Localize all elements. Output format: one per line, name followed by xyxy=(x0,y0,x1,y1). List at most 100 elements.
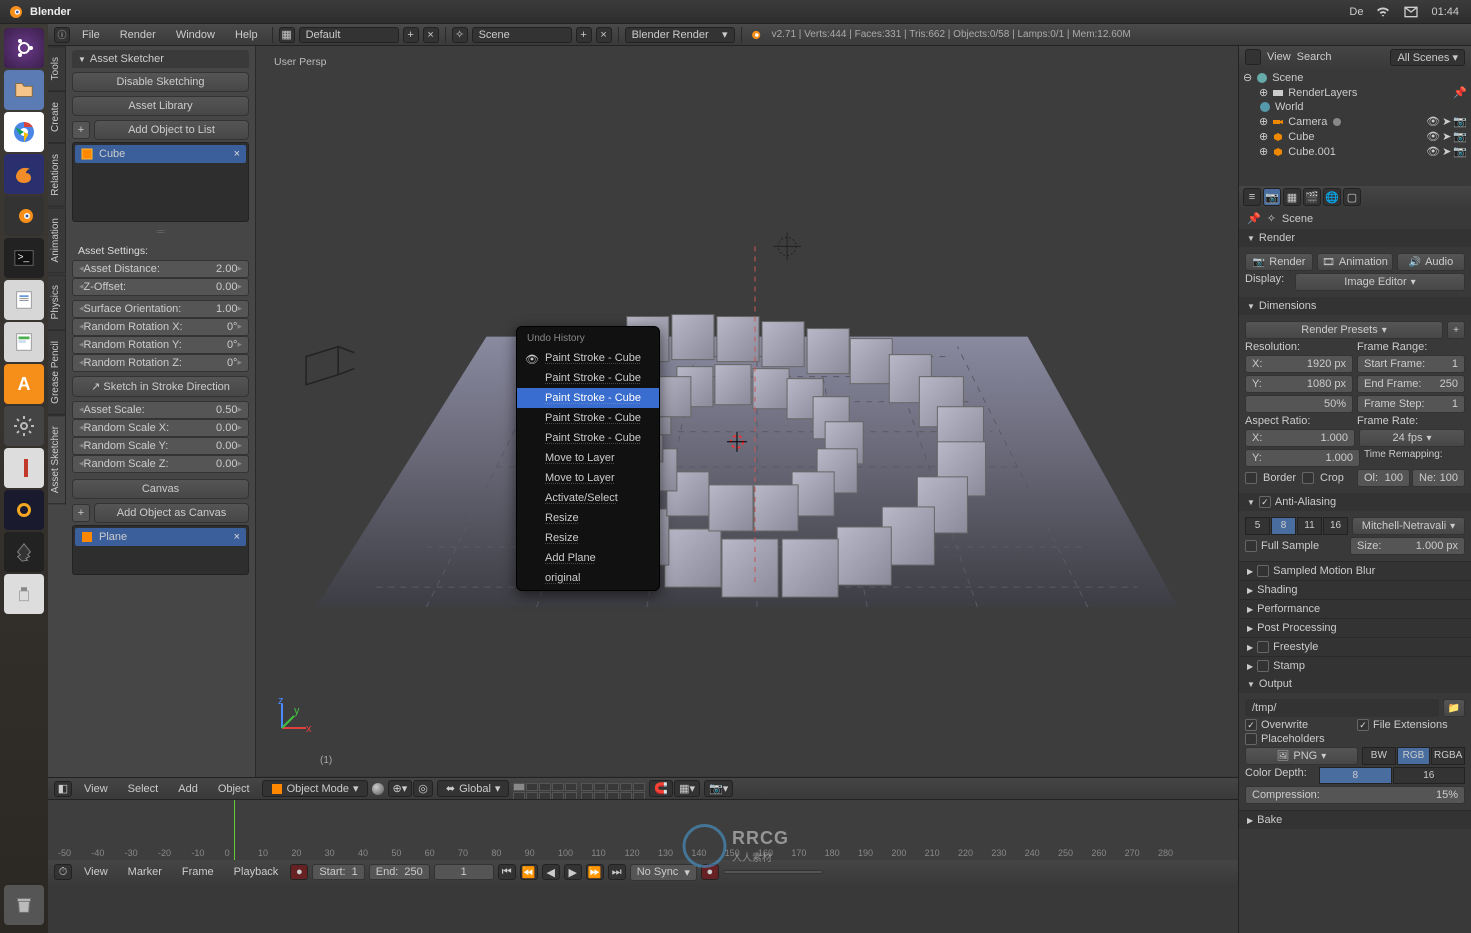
rec-icon[interactable]: ● xyxy=(290,864,308,880)
undo-history-item[interactable]: Move to Layer xyxy=(517,468,659,488)
output-path-field[interactable]: /tmp/ xyxy=(1245,699,1439,717)
end-frame-field[interactable]: End:250 xyxy=(369,864,430,880)
remap-new-field[interactable]: Ne:100 xyxy=(1412,469,1465,487)
overwrite-checkbox[interactable] xyxy=(1245,719,1257,731)
undo-history-item[interactable]: Paint Stroke - Cube xyxy=(517,428,659,448)
color-mode-option[interactable]: BW xyxy=(1362,747,1396,765)
dimensions-section-header[interactable]: ▼Dimensions xyxy=(1239,297,1471,315)
layer-buttons-1[interactable] xyxy=(513,783,577,800)
clock[interactable]: 01:44 xyxy=(1431,6,1459,18)
menu-render[interactable]: Render xyxy=(112,27,164,43)
output-section-header[interactable]: ▼Output xyxy=(1239,675,1471,693)
keyboard-layout-indicator[interactable]: De xyxy=(1349,6,1363,18)
outliner-menu-search[interactable]: Search xyxy=(1297,51,1332,63)
launcher-writer-icon[interactable] xyxy=(4,280,44,320)
outliner-cube-001[interactable]: ⊕Cube.001👁➤📷 xyxy=(1243,144,1467,159)
aa-size-field[interactable]: Size:1.000 px xyxy=(1350,537,1465,555)
color-mode-option[interactable]: RGBA xyxy=(1431,747,1465,765)
mode-selector[interactable]: Object Mode▾ xyxy=(262,780,368,797)
cursor-icon[interactable]: ➤ xyxy=(1442,115,1451,128)
end-frame-field[interactable]: End Frame:250 xyxy=(1357,375,1465,393)
world-tab-icon[interactable]: 🌐 xyxy=(1323,188,1341,206)
undo-history-item[interactable]: original xyxy=(517,568,659,588)
layout-selector[interactable]: Default xyxy=(299,27,399,43)
asset-sketcher-header[interactable]: ▼Asset Sketcher xyxy=(72,50,249,68)
pivot-widgets[interactable]: ⊕▾◎ xyxy=(388,780,433,797)
file-extensions-checkbox[interactable] xyxy=(1357,719,1369,731)
layer-buttons-2[interactable] xyxy=(581,783,645,800)
scene-browse-icon[interactable]: ✧ xyxy=(452,27,468,43)
placeholders-checkbox[interactable] xyxy=(1245,733,1257,745)
menu-help[interactable]: Help xyxy=(227,27,266,43)
render-icon[interactable]: 📷 xyxy=(1453,115,1467,128)
undo-history-item[interactable]: Move to Layer xyxy=(517,448,659,468)
section-enable-checkbox[interactable] xyxy=(1257,660,1269,672)
tl-menu-frame[interactable]: Frame xyxy=(174,864,222,880)
render-preview-icon[interactable]: 📷▾ xyxy=(704,780,733,797)
keyframe-next-icon[interactable]: ⏩ xyxy=(586,864,604,880)
render-tab-icon[interactable]: 📷 xyxy=(1263,188,1281,206)
color-mode-option[interactable]: RGB xyxy=(1397,747,1431,765)
sketch-stroke-direction-button[interactable]: ↗ Sketch in Stroke Direction xyxy=(72,376,249,397)
asset-distance-field[interactable]: ◂Asset Distance:2.00▸ xyxy=(72,260,249,278)
aspect-x-field[interactable]: X:1.000 xyxy=(1245,429,1355,447)
aa-samples-buttons[interactable]: 581116 xyxy=(1245,517,1348,535)
random-scale-y-field[interactable]: ◂Random Scale Y:0.00▸ xyxy=(72,437,249,455)
undo-history-item[interactable]: Resize xyxy=(517,528,659,548)
color-depth-option[interactable]: 16 xyxy=(1393,767,1466,784)
outliner-camera[interactable]: ⊕Camera👁➤📷 xyxy=(1243,114,1467,129)
grip-icon[interactable]: ═ xyxy=(72,226,249,238)
layout-remove-icon[interactable]: × xyxy=(423,27,439,43)
outliner-editor-icon[interactable] xyxy=(1245,49,1261,65)
launcher-calc-icon[interactable] xyxy=(4,322,44,362)
aspect-y-field[interactable]: Y:1.000 xyxy=(1245,449,1360,467)
disable-sketching-button[interactable]: Disable Sketching xyxy=(72,72,249,92)
bake-section-header[interactable]: ▶Bake xyxy=(1239,810,1471,829)
pin-icon[interactable]: 📌 xyxy=(1453,86,1467,99)
canvas-list-item-plane[interactable]: Plane × xyxy=(75,528,246,546)
vp-menu-add[interactable]: Add xyxy=(170,781,206,797)
resolution-y-field[interactable]: Y:1080 px xyxy=(1245,375,1353,393)
current-frame-field[interactable]: 1 xyxy=(434,864,494,880)
render-button[interactable]: 📷 Render xyxy=(1245,253,1313,271)
tab-animation[interactable]: Animation xyxy=(48,207,66,273)
undo-history-item[interactable]: Paint Stroke - Cube xyxy=(517,388,659,408)
launcher-blender-icon[interactable] xyxy=(4,196,44,236)
animation-button[interactable]: 🎞 Animation xyxy=(1317,253,1393,271)
menu-window[interactable]: Window xyxy=(168,27,223,43)
section-enable-checkbox[interactable] xyxy=(1257,641,1269,653)
audio-button[interactable]: 🔊 Audio xyxy=(1397,253,1465,271)
undo-history-item[interactable]: Resize xyxy=(517,508,659,528)
menu-file[interactable]: File xyxy=(74,27,108,43)
tab-physics[interactable]: Physics xyxy=(48,274,66,330)
timeline-ruler[interactable]: -50-40-30-20-100102030405060708090100110… xyxy=(48,800,1238,860)
color-depth-option[interactable]: 8 xyxy=(1319,767,1392,784)
tab-asset-sketcher[interactable]: Asset Sketcher xyxy=(48,415,66,504)
asset-scale-field[interactable]: ◂Asset Scale:0.50▸ xyxy=(72,401,249,419)
snap-toggle-icon[interactable]: 🧲 xyxy=(649,780,673,797)
frame-rate-selector[interactable]: 24 fps ▾ xyxy=(1359,429,1465,447)
outliner-world[interactable]: World xyxy=(1243,100,1467,114)
collapsed-section-header[interactable]: ▶Post Processing xyxy=(1239,618,1471,637)
scene-add-icon[interactable]: + xyxy=(576,27,592,43)
color-depth-buttons[interactable]: 816 xyxy=(1319,767,1465,784)
collapsed-section-header[interactable]: ▶Freestyle xyxy=(1239,637,1471,656)
add-object-as-canvas-button[interactable]: Add Object as Canvas xyxy=(94,503,249,523)
timeline-editor-icon[interactable]: ⏱ xyxy=(54,864,72,880)
resolution-pct-field[interactable]: 50% xyxy=(1245,395,1353,413)
play-icon[interactable]: ▶ xyxy=(564,864,582,880)
aa-sample-option[interactable]: 5 xyxy=(1245,517,1270,535)
start-frame-field[interactable]: Start Frame:1 xyxy=(1357,355,1465,373)
launcher-chrome-icon[interactable] xyxy=(4,112,44,152)
tl-menu-marker[interactable]: Marker xyxy=(120,864,170,880)
render-presets-selector[interactable]: Render Presets ▾ xyxy=(1245,321,1443,339)
aa-sample-option[interactable]: 16 xyxy=(1323,517,1348,535)
resolution-x-field[interactable]: X:1920 px xyxy=(1245,355,1353,373)
launcher-app-icon[interactable]: A xyxy=(4,364,44,404)
autokey-icon[interactable]: ● xyxy=(701,864,719,880)
tab-relations[interactable]: Relations xyxy=(48,143,66,207)
tab-tools[interactable]: Tools xyxy=(48,46,66,91)
compression-field[interactable]: Compression:15% xyxy=(1245,786,1465,804)
launcher-dash-icon[interactable] xyxy=(4,28,44,68)
asset-list-item-cube[interactable]: Cube × xyxy=(75,145,246,163)
